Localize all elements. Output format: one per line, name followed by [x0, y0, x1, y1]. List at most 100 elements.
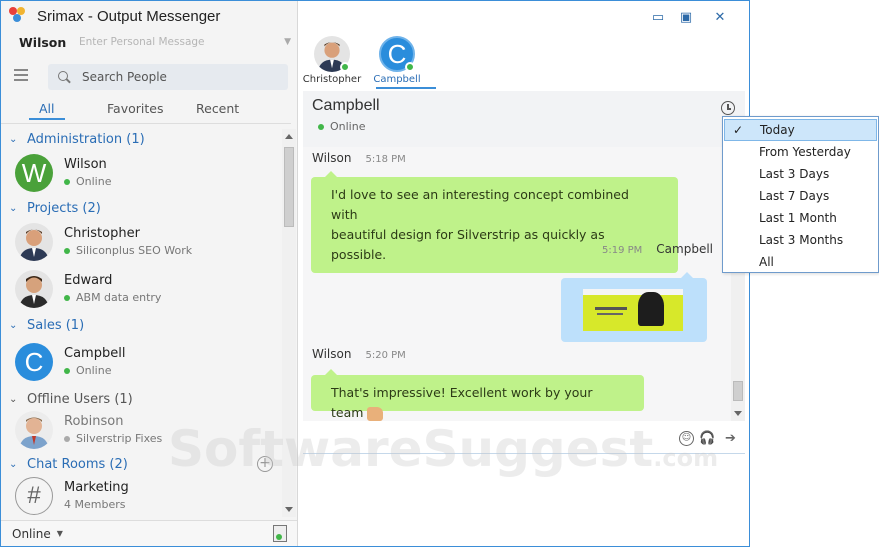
chat-header: Campbell Online: [303, 91, 745, 147]
avatar: W: [15, 154, 53, 192]
online-dot-icon: [64, 367, 70, 374]
network-status-icon[interactable]: [273, 525, 287, 542]
message-sender: Campbell: [656, 242, 714, 256]
chevron-down-icon: ⌄: [9, 202, 18, 214]
online-dot-icon: [64, 247, 70, 254]
contact-wilson[interactable]: W Wilson Online: [15, 154, 275, 194]
scroll-thumb[interactable]: [284, 147, 294, 227]
search-box[interactable]: [48, 64, 288, 90]
minimize-icon[interactable]: ▭: [651, 11, 665, 25]
menu-item-last-3-months[interactable]: Last 3 Months: [724, 229, 877, 251]
contact-christopher[interactable]: Christopher Siliconplus SEO Work: [15, 223, 275, 263]
status-text: Online: [330, 120, 366, 133]
send-icon[interactable]: ➔: [723, 431, 738, 446]
group-administration[interactable]: ⌄ Administration (1): [9, 130, 145, 148]
status-text: ABM data entry: [76, 291, 162, 304]
status-footer: Online ▼: [1, 520, 297, 546]
tab-recent[interactable]: Recent: [196, 101, 239, 116]
menu-item-last-1-month[interactable]: Last 1 Month: [724, 207, 877, 229]
menu-item-today[interactable]: ✓ Today: [724, 119, 877, 141]
chat-tab-christopher[interactable]: Christopher: [302, 31, 362, 89]
group-label: Sales (1): [27, 317, 85, 333]
scroll-thumb[interactable]: [733, 381, 743, 401]
message-sender: Wilson: [312, 151, 352, 165]
search-input[interactable]: [82, 70, 272, 84]
contact-edward[interactable]: Edward ABM data entry: [15, 270, 275, 310]
current-user-name: Wilson: [19, 34, 67, 50]
clock-icon[interactable]: [721, 101, 735, 115]
group-projects[interactable]: ⌄ Projects (2): [9, 199, 101, 217]
menu-icon[interactable]: [14, 69, 28, 81]
personal-message-dropdown-icon[interactable]: ▼: [284, 37, 291, 47]
contact-name: Robinson: [64, 414, 124, 429]
group-label: Administration (1): [27, 131, 145, 147]
contact-status: ABM data entry: [64, 291, 161, 304]
check-icon: ✓: [733, 123, 744, 137]
menu-item-label: Today: [760, 123, 795, 137]
message-text: I'd love to see an interesting concept c…: [331, 187, 629, 222]
tab-all[interactable]: All: [29, 101, 64, 120]
contact-name: Wilson: [64, 157, 107, 172]
scroll-up-icon[interactable]: [285, 134, 293, 139]
chat-contact-name: Campbell: [312, 97, 380, 114]
menu-item-from-yesterday[interactable]: From Yesterday: [724, 141, 877, 163]
maximize-icon[interactable]: ▣: [679, 11, 693, 25]
scroll-down-icon[interactable]: [285, 507, 293, 512]
group-offline-users[interactable]: ⌄ Offline Users (1): [9, 390, 133, 408]
personal-message-field[interactable]: Enter Personal Message: [79, 36, 284, 48]
contact-marketing[interactable]: # Marketing 4 Members: [15, 477, 275, 517]
message-time: 5:19 PM: [602, 245, 643, 256]
app-logo-icon: [9, 7, 29, 25]
chevron-down-icon[interactable]: ▼: [57, 529, 63, 538]
message-bubble: That's impressive! Excellent work by you…: [311, 369, 644, 421]
shared-image[interactable]: [583, 289, 683, 331]
chevron-down-icon: ⌄: [9, 133, 18, 145]
message-sender: Wilson: [312, 347, 352, 361]
group-label: Projects (2): [27, 200, 101, 216]
contact-campbell[interactable]: C Campbell Online: [15, 343, 275, 383]
chat-contact-status: Online: [318, 120, 365, 133]
status-dropdown[interactable]: Online: [12, 527, 51, 541]
chevron-down-icon: ⌄: [9, 458, 18, 470]
contact-status: Siliconplus SEO Work: [64, 244, 192, 257]
watermark-text: SoftwareSuggest: [168, 420, 654, 478]
chevron-down-icon: ⌄: [9, 393, 18, 405]
tab-favorites[interactable]: Favorites: [107, 101, 163, 116]
group-chat-rooms[interactable]: ⌄ Chat Rooms (2): [9, 455, 128, 473]
contact-tabs: All Favorites Recent: [1, 101, 298, 121]
group-sales[interactable]: ⌄ Sales (1): [9, 316, 84, 334]
divider: [1, 123, 291, 124]
message-header: 5:19 PM Campbell: [602, 242, 713, 256]
status-text: Online: [76, 175, 112, 188]
contact-status: 4 Members: [64, 498, 125, 511]
avatar: [15, 411, 53, 449]
watermark-suffix: .com: [653, 444, 719, 472]
contact-status: Silverstrip Fixes: [64, 432, 162, 445]
user-profile-row: Wilson Enter Personal Message ▼: [19, 33, 291, 51]
search-icon: [58, 71, 70, 83]
offline-dot-icon: [64, 435, 70, 442]
message-header: Wilson 5:18 PM: [312, 151, 406, 165]
menu-item-last-7-days[interactable]: Last 7 Days: [724, 185, 877, 207]
contact-name: Christopher: [64, 226, 140, 241]
chat-tabs: Christopher C Campbell: [299, 31, 749, 89]
chat-room-icon: #: [15, 477, 53, 515]
message-time: 5:18 PM: [365, 154, 406, 165]
online-dot-icon: [318, 123, 324, 130]
contact-status: Online: [64, 175, 111, 188]
scroll-down-icon[interactable]: [734, 411, 742, 416]
image-message-bubble: [561, 272, 707, 342]
close-icon[interactable]: ✕: [713, 11, 727, 25]
message-area: Wilson 5:18 PM I'd love to see an intere…: [303, 147, 733, 421]
app-title: Srimax - Output Messenger: [37, 7, 221, 25]
message-bubble: I'd love to see an interesting concept c…: [311, 171, 678, 273]
menu-item-last-3-days[interactable]: Last 3 Days: [724, 163, 877, 185]
message-header: Wilson 5:20 PM: [312, 347, 406, 361]
contact-name: Edward: [64, 273, 113, 288]
avatar: [15, 270, 53, 308]
menu-item-all[interactable]: All: [724, 251, 877, 273]
watermark: SoftwareSuggest.com: [168, 420, 718, 478]
chat-tab-campbell[interactable]: C Campbell: [367, 31, 436, 89]
avatar: [15, 223, 53, 261]
status-text: Silverstrip Fixes: [76, 432, 163, 445]
